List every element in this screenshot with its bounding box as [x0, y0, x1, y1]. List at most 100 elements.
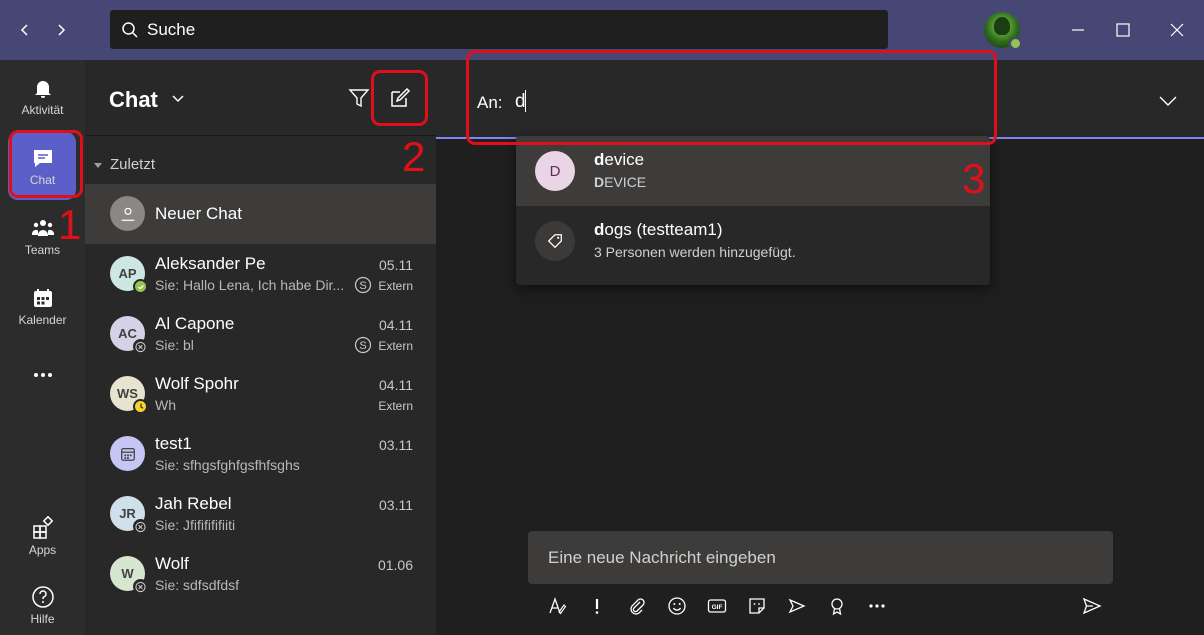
- profile-avatar[interactable]: [984, 12, 1022, 50]
- chevron-down-icon[interactable]: [171, 92, 185, 106]
- chevron-right-icon: [58, 24, 66, 36]
- annotation-box-3: [466, 50, 997, 145]
- chat-date: 03.11: [379, 497, 413, 513]
- compose-placeholder: Eine neue Nachricht eingeben: [548, 548, 776, 567]
- presence-available-icon: [133, 279, 148, 294]
- back-button[interactable]: [14, 18, 36, 42]
- more-options-button[interactable]: [866, 595, 888, 617]
- important-button[interactable]: [586, 595, 608, 617]
- person-icon: [121, 207, 134, 221]
- sticker-icon: [749, 598, 765, 614]
- section-label: Zuletzt: [110, 156, 156, 173]
- suggestion-subtitle: 3 Personen werden hinzugefügt.: [594, 244, 796, 260]
- chat-row[interactable]: AC Al Capone Sie: bl 04.11 S Extern: [85, 304, 436, 364]
- suggestion-item[interactable]: D device DEVICE: [516, 136, 990, 206]
- presence-offline-icon: [133, 339, 148, 354]
- praise-button[interactable]: [826, 595, 848, 617]
- external-badge: Extern: [378, 279, 413, 293]
- chat-date: 05.11: [379, 257, 413, 273]
- rail-more-button[interactable]: [0, 344, 85, 406]
- maximize-button[interactable]: [1111, 18, 1135, 42]
- suggestion-title: dogs (testteam1): [594, 220, 723, 240]
- section-header-recent[interactable]: Zuletzt: [93, 156, 155, 173]
- meeting-avatar: [110, 436, 145, 471]
- chat-row[interactable]: AP Aleksander Pe Sie: Hallo Lena, Ich ha…: [85, 244, 436, 304]
- chat-name: Wolf Spohr: [155, 374, 239, 393]
- attach-button[interactable]: [626, 595, 648, 617]
- rail-item-help[interactable]: Hilfe: [0, 574, 85, 635]
- teams-icon: [31, 219, 54, 236]
- calendar-icon: [120, 447, 135, 461]
- chat-preview: Sie: bl: [155, 337, 194, 353]
- contact-avatar: AP: [110, 256, 148, 294]
- avatar-initials: D: [549, 162, 561, 180]
- meet-now-button[interactable]: [786, 595, 808, 617]
- minimize-icon: [1072, 29, 1084, 31]
- suggestion-item[interactable]: dogs (testteam1) 3 Personen werden hinzu…: [516, 206, 990, 276]
- chat-name: Wolf: [155, 554, 189, 573]
- chat-preview: Sie: sfhgsfghfgsfhfsghs: [155, 457, 300, 473]
- presence-away-icon: [133, 399, 148, 414]
- chat-preview: Sie: Hallo Lena, Ich habe Dir...: [155, 277, 345, 293]
- emoji-icon: [668, 597, 686, 615]
- rail-item-activity[interactable]: Aktivität: [0, 65, 85, 127]
- rail-label-calendar: Kalender: [18, 312, 67, 327]
- praise-badge-icon: [831, 598, 843, 616]
- chat-row[interactable]: test1 Sie: sfhgsfghfgsfhfsghs 03.11: [85, 424, 436, 484]
- close-icon: [1170, 23, 1184, 37]
- avatar-initials: WS: [117, 386, 138, 401]
- send-button[interactable]: [1081, 595, 1103, 617]
- chevron-down-icon[interactable]: [1156, 89, 1180, 113]
- tag-icon: [547, 234, 562, 249]
- suggestion-avatar: [535, 221, 575, 261]
- presence-available-icon: [1009, 37, 1022, 50]
- rail-item-apps[interactable]: Apps: [0, 505, 85, 567]
- contact-avatar: AC: [110, 316, 148, 354]
- chat-list-title[interactable]: Chat: [109, 87, 158, 113]
- match-prefix: d: [594, 150, 605, 169]
- triangle-down-icon: [94, 162, 102, 168]
- presence-offline-icon: [133, 519, 148, 534]
- chat-name: Jah Rebel: [155, 494, 232, 513]
- message-compose-box[interactable]: Eine neue Nachricht eingeben: [528, 531, 1113, 584]
- close-button[interactable]: [1165, 18, 1189, 42]
- filter-icon[interactable]: [347, 86, 371, 110]
- chat-preview: Wh: [155, 397, 176, 413]
- chat-row[interactable]: JR Jah Rebel Sie: Jfififififiiti 03.11: [85, 484, 436, 544]
- help-icon: [31, 585, 54, 608]
- annotation-number-3: 3: [962, 155, 986, 202]
- contact-avatar: W: [110, 556, 148, 594]
- chat-row-new-chat[interactable]: Neuer Chat: [85, 184, 436, 244]
- format-text-icon: [549, 597, 567, 615]
- chat-list-pane: Chat Zuletzt Neuer Chat AP Aleksander Pe…: [85, 60, 436, 635]
- forward-button[interactable]: [50, 18, 72, 42]
- avatar-initials: JR: [119, 506, 136, 521]
- apps-icon: [32, 515, 53, 539]
- rail-item-calendar[interactable]: Kalender: [0, 275, 85, 337]
- gif-button[interactable]: GIF: [706, 595, 728, 617]
- send-icon: [1082, 597, 1102, 615]
- emoji-button[interactable]: [666, 595, 688, 617]
- svg-text:S: S: [359, 340, 366, 352]
- chat-date: 03.11: [379, 437, 413, 453]
- chat-row[interactable]: WS Wolf Spohr Wh 04.11 Extern: [85, 364, 436, 424]
- gif-icon: GIF: [707, 599, 727, 613]
- annotation-number-2: 2: [402, 133, 426, 180]
- chat-row[interactable]: W Wolf Sie: sdfsdfdsf 01.06: [85, 544, 436, 604]
- svg-text:S: S: [359, 280, 366, 292]
- format-button[interactable]: [546, 595, 568, 617]
- chat-date: 01.06: [377, 557, 413, 573]
- suggestion-subtitle: DEVICE: [594, 174, 646, 190]
- search-icon: [122, 21, 138, 38]
- chevron-left-icon: [20, 24, 28, 36]
- bell-icon: [34, 80, 51, 98]
- rail-label-activity: Aktivität: [21, 102, 64, 117]
- annotation-box-1: [9, 130, 83, 198]
- minimize-button[interactable]: [1066, 18, 1090, 42]
- suggestion-title: device: [594, 150, 644, 170]
- search-input[interactable]: Suche: [110, 10, 888, 49]
- avatar-initials: AC: [118, 326, 137, 341]
- match-rest: ogs (testteam1): [604, 220, 723, 239]
- calendar-icon: [33, 288, 52, 307]
- sticker-button[interactable]: [746, 595, 768, 617]
